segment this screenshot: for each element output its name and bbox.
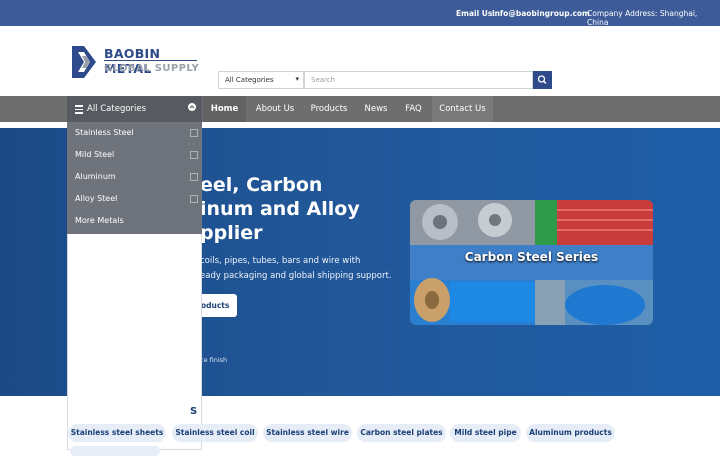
chevron-right-icon — [190, 173, 198, 181]
category-label: Alloy Steel — [75, 194, 118, 203]
category-item-more-metals[interactable]: More Metals — [67, 210, 202, 232]
image-caption: Carbon Steel Series — [464, 250, 599, 264]
logo-mark-icon — [72, 46, 96, 78]
hero-subtitle-line: eady packaging and global shipping suppo… — [200, 271, 392, 281]
logo-text-secondary: GLOBAL SUPPLY — [104, 63, 200, 74]
search-input[interactable] — [304, 71, 533, 89]
logo[interactable]: BAOBIN METAL GLOBAL SUPPLY — [70, 44, 200, 80]
category-select[interactable]: All Categories ▾ — [218, 71, 304, 89]
tag-carbon-steel-plates[interactable]: Carbon steel plates — [357, 424, 446, 442]
menu-icon — [75, 105, 83, 114]
top-info-bar: Email Us: info@baobingroup.com Company A… — [0, 0, 720, 27]
hero-note: ce finish — [200, 356, 228, 364]
company-address: Company Address: Shanghai, China — [587, 9, 698, 27]
site-header: BAOBIN METAL GLOBAL SUPPLY All Categorie… — [0, 26, 720, 96]
tag-mild-steel-pipe[interactable]: Mild steel pipe — [450, 424, 521, 442]
nav-products[interactable]: Products — [304, 96, 354, 122]
category-label: More Metals — [75, 216, 124, 225]
chevron-right-icon — [190, 151, 198, 159]
nav-about-us[interactable]: About Us — [249, 96, 301, 122]
chevron-up-icon — [188, 103, 196, 111]
category-item-mild-steel[interactable]: Mild Steel — [67, 144, 202, 166]
hero-subtitle-line: coils, pipes, tubes, bars and wire with — [200, 256, 361, 266]
category-label: Mild Steel — [75, 150, 115, 159]
tag-aluminum-products[interactable]: Aluminum products — [526, 424, 615, 442]
category-select-value: All Categories — [225, 76, 274, 84]
carbon-steel-image: Carbon Steel Series — [410, 200, 653, 325]
products-cta-label: oducts — [201, 301, 230, 310]
email-label: Email Us: — [456, 9, 496, 18]
tag-stainless-steel-coil[interactable]: Stainless steel coil — [172, 424, 258, 442]
category-label: Aluminum — [75, 172, 116, 181]
tag-stainless-steel-wire[interactable]: Stainless steel wire — [263, 424, 352, 442]
search-icon — [537, 75, 547, 84]
email-link[interactable]: info@baobingroup.com — [492, 9, 590, 18]
chevron-right-icon — [190, 195, 198, 203]
all-categories-label: All Categories — [87, 104, 147, 114]
category-item-alloy-steel[interactable]: Alloy Steel — [67, 188, 202, 210]
hero-title-line: inum and Alloy — [200, 198, 360, 220]
nav-home[interactable]: Home — [203, 96, 246, 122]
chevron-down-icon: ▾ — [295, 75, 299, 83]
hero-title-line: eel, Carbon — [200, 174, 323, 196]
category-dropdown: Stainless Steel Mild Steel Aluminum Allo… — [67, 122, 202, 234]
dropdown-blank-panel — [67, 234, 202, 450]
category-item-stainless-steel[interactable]: Stainless Steel — [67, 122, 202, 144]
search-button[interactable] — [533, 71, 552, 89]
all-categories-toggle[interactable]: All Categories — [67, 96, 202, 122]
category-label: Stainless Steel — [75, 128, 134, 137]
nav-news[interactable]: News — [357, 96, 395, 122]
tag-partial[interactable] — [70, 446, 160, 456]
tags-section-title: S — [190, 406, 198, 417]
chevron-right-icon — [190, 129, 198, 137]
nav-contact-us[interactable]: Contact Us — [432, 96, 493, 122]
tag-stainless-steel-sheets[interactable]: Stainless steel sheets — [68, 424, 166, 442]
nav-faq[interactable]: FAQ — [398, 96, 429, 122]
hero-title-line: pplier — [200, 222, 263, 244]
hero-title: eel, Carbon inum and Alloy pplier — [200, 173, 360, 245]
hero-subtitle: coils, pipes, tubes, bars and wire with … — [200, 254, 392, 284]
category-item-aluminum[interactable]: Aluminum — [67, 166, 202, 188]
logo-divider — [104, 60, 197, 61]
